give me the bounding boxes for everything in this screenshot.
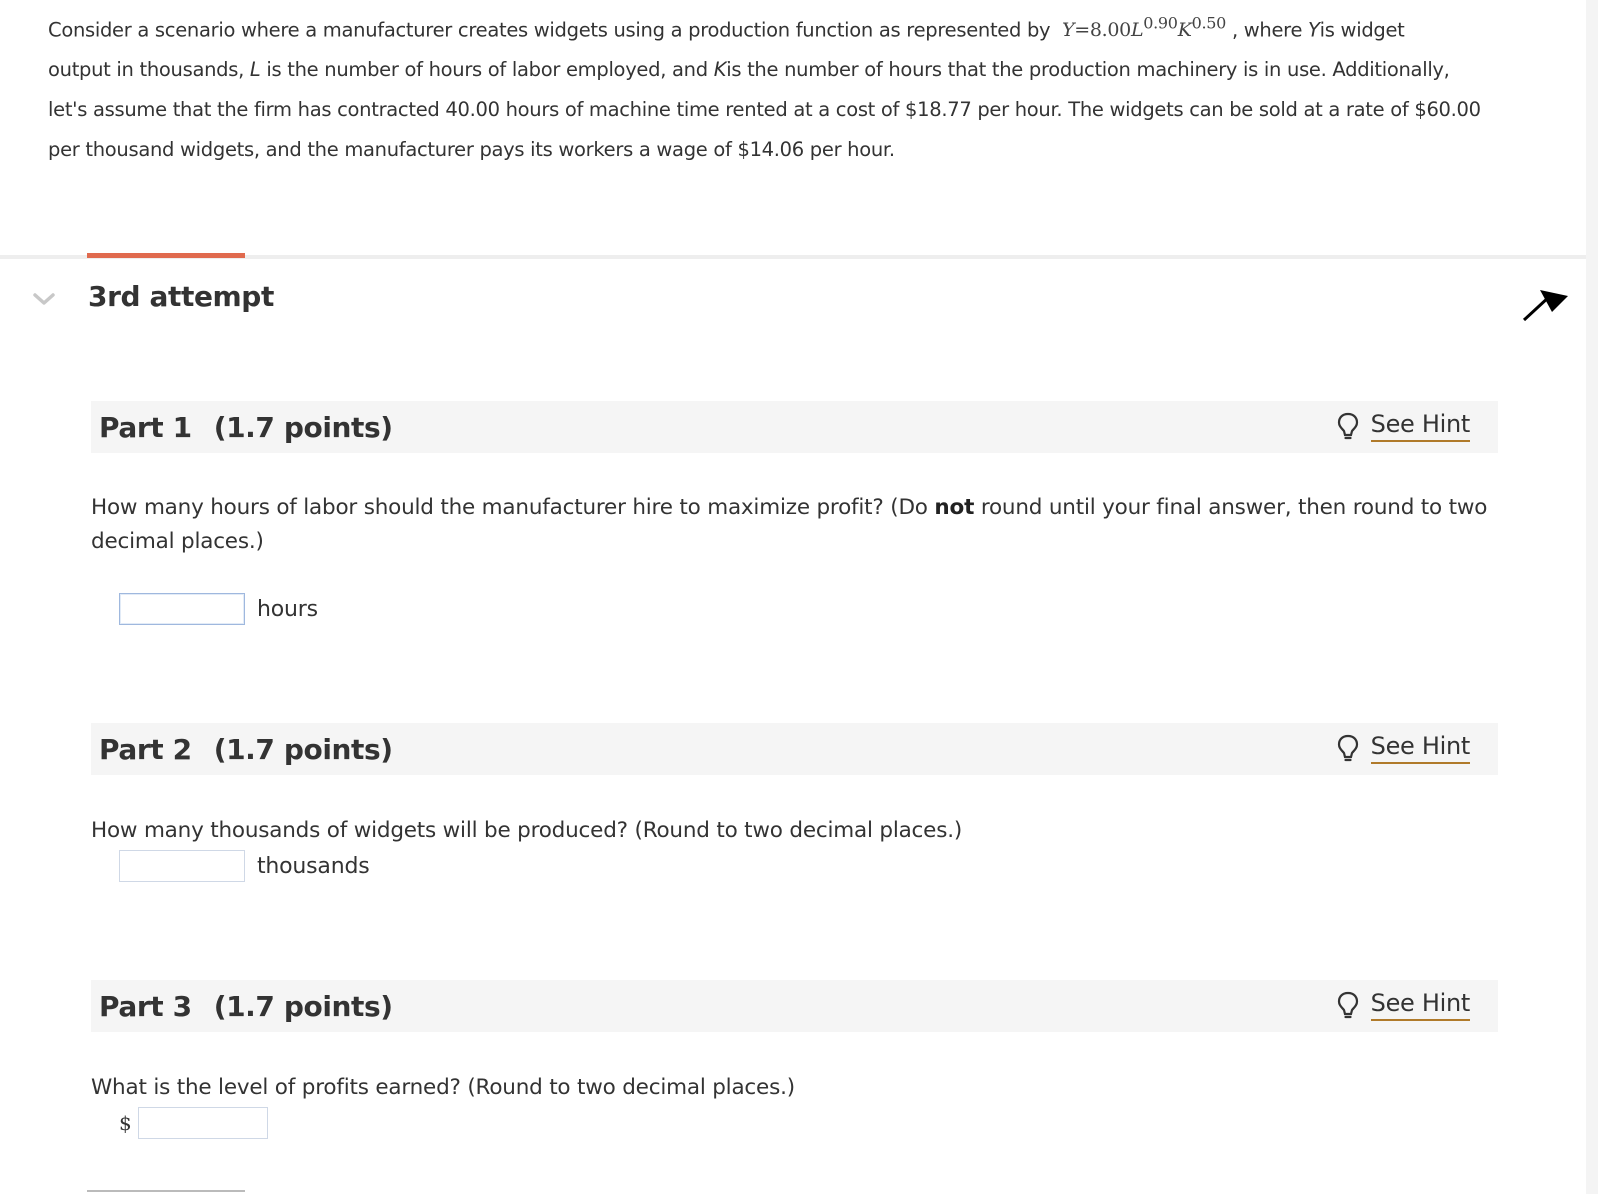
part-label: Part 2 <box>99 732 192 766</box>
part-1-see-hint-button[interactable]: See Hint <box>1337 410 1470 442</box>
problem-text: is widget <box>1319 18 1405 42</box>
part-3-header: Part 3 (1.7 points) See Hint <box>91 980 1498 1032</box>
part-label: Part 3 <box>99 989 192 1023</box>
chevron-down-icon[interactable] <box>33 292 55 306</box>
part-3-see-hint-button[interactable]: See Hint <box>1337 989 1470 1021</box>
problem-text: output in thousands, <box>48 58 244 82</box>
right-gutter <box>1586 0 1598 1194</box>
problem-line-3: let's assume that the firm has contracte… <box>48 98 1481 122</box>
profit-input[interactable] <box>137 1107 268 1139</box>
lightbulb-icon <box>1337 734 1358 762</box>
formula-y: Y <box>1061 19 1075 42</box>
part-2-answer-row: thousands <box>119 850 370 882</box>
question-text: How many hours of labor should the manuf… <box>91 495 928 520</box>
formula-k: K <box>1177 19 1192 42</box>
problem-line-4: per thousand widgets, and the manufactur… <box>48 138 895 162</box>
problem-statement: Consider a scenario where a manufacturer… <box>48 4 1498 170</box>
part-2-title: Part 2 (1.7 points) <box>99 733 393 766</box>
part-1-title: Part 1 (1.7 points) <box>99 411 393 444</box>
part-points: (1.7 points) <box>213 410 393 444</box>
part-3-question: What is the level of profits earned? (Ro… <box>91 1075 795 1100</box>
pin-arrow-icon[interactable] <box>1522 282 1570 322</box>
problem-text: is the number of hours of labor employed… <box>266 58 708 82</box>
part-1-answer-row: hours <box>119 593 318 625</box>
part-2-see-hint-button[interactable]: See Hint <box>1337 732 1470 764</box>
currency-prefix: $ <box>119 1111 132 1135</box>
problem-var-l: L <box>249 58 261 82</box>
part-2-header: Part 2 (1.7 points) See Hint <box>91 723 1498 775</box>
see-hint-label: See Hint <box>1370 989 1470 1021</box>
part-points: (1.7 points) <box>213 989 393 1023</box>
question-text: round until your final answer, then roun… <box>980 495 1488 520</box>
problem-var-y: Y <box>1308 18 1320 42</box>
part-label: Part 1 <box>99 410 192 444</box>
attempt-title: 3rd attempt <box>88 280 274 313</box>
problem-text: Consider a scenario where a manufacturer… <box>48 18 1051 42</box>
problem-line-2: output in thousands, L is the number of … <box>48 50 1498 90</box>
part-3-answer-row: $ <box>119 1107 268 1139</box>
formula-k-exponent: 0.50 <box>1191 14 1227 33</box>
problem-text: is the number of hours that the producti… <box>726 58 1450 82</box>
production-formula: Y=8.00L0.90K0.50 <box>1056 14 1226 42</box>
formula-l-exponent: 0.90 <box>1143 14 1178 33</box>
formula-l: L <box>1130 19 1144 42</box>
widgets-produced-input[interactable] <box>119 850 245 882</box>
labor-hours-input[interactable] <box>119 593 245 625</box>
lightbulb-icon <box>1337 412 1358 440</box>
question-text: decimal places.) <box>91 529 264 554</box>
unit-label: thousands <box>257 853 370 879</box>
lightbulb-icon <box>1337 991 1358 1019</box>
part-2-question: How many thousands of widgets will be pr… <box>91 818 963 843</box>
unit-label: hours <box>257 596 318 622</box>
see-hint-label: See Hint <box>1370 732 1470 764</box>
attempt-progress-bar <box>87 253 245 258</box>
part-1-header: Part 1 (1.7 points) See Hint <box>91 401 1498 453</box>
next-attempt-divider <box>87 1190 245 1192</box>
problem-text: , where <box>1231 18 1303 42</box>
see-hint-label: See Hint <box>1370 410 1470 442</box>
part-1-question: How many hours of labor should the manuf… <box>91 491 1511 559</box>
formula-coefficient: =8.00 <box>1074 19 1131 42</box>
part-3-title: Part 3 (1.7 points) <box>99 990 393 1023</box>
part-points: (1.7 points) <box>213 732 393 766</box>
problem-line-1: Consider a scenario where a manufacturer… <box>48 4 1498 50</box>
problem-var-k: K <box>713 58 727 82</box>
question-emphasis: not <box>934 495 975 520</box>
